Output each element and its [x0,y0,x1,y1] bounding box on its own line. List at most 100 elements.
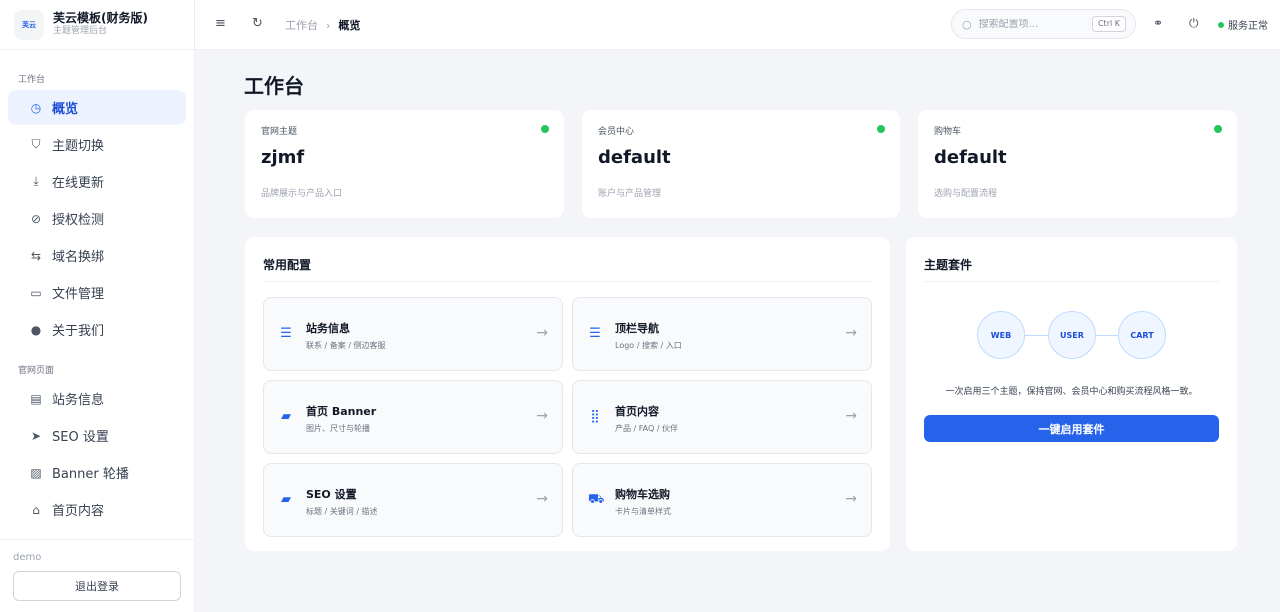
sidebar-item-license-check[interactable]: ⊘ 授权检测 [8,201,186,236]
config-item-home-banner[interactable]: ▰ 首页 Banner 图片、尺寸与轮播 → [263,380,563,454]
connector-line [1025,335,1048,336]
suite-node-web: WEB [977,311,1025,359]
config-desc: Logo / 搜索 / 入口 [615,341,682,350]
sidebar-item-label: Banner 轮播 [52,467,129,482]
arrow-right-icon: → [536,408,548,424]
sidebar-item-file-management[interactable]: ▭ 文件管理 [8,275,186,310]
stat-card-member-center[interactable]: 会员中心 default 账户与产品管理 [582,110,900,218]
topbar: ≡ ↻ 工作台 › 概览 ○ Ctrl K ⚭ ⏻ 服务正常 [195,0,1280,50]
panel-title: 常用配置 [263,258,312,272]
config-desc: 产品 / FAQ / 伙伴 [615,424,679,433]
sidebar-item-label: 站务信息 [52,393,105,408]
cart-icon: ⛟ [588,492,605,507]
sidebar-item-online-update[interactable]: ⤓ 在线更新 [8,164,186,199]
sidebar-item-domain-rebind[interactable]: ⇆ 域名换绑 [8,238,186,273]
config-desc: 卡片与清单样式 [615,507,671,516]
sidebar-item-banner[interactable]: ▨ Banner 轮播 [8,455,186,490]
link-icon[interactable]: ⚭ [1153,16,1163,30]
sidebar-item-label: 域名换绑 [52,250,105,265]
config-title: 购物车选购 [615,488,670,501]
search-box[interactable]: ○ Ctrl K [951,9,1136,39]
stat-value: default [598,147,671,168]
list-icon: ☰ [589,326,601,341]
search-input[interactable] [978,18,1079,30]
arrow-right-icon: → [845,325,857,341]
check-circle-icon: ⊘ [30,211,42,226]
theme-suite-panel: 主题套件 WEB USER CART 一次启用三个主题，保持官网、会员中心和购买… [906,237,1237,551]
info-icon: ● [30,322,42,337]
sidebar-item-overview[interactable]: ◷ 概览 [8,90,186,125]
status-text: 服务正常 [1228,21,1268,32]
config-desc: 标题 / 关键词 / 描述 [306,507,378,516]
image-icon: ▰ [281,409,291,424]
brand: 芙云 芙云模板(财务版) 主题管理后台 [0,0,194,50]
sidebar: 芙云 芙云模板(财务版) 主题管理后台 工作台 ◷ 概览 ⛉ 主题切换 ⤓ 在线… [0,0,195,612]
breadcrumb-workbench[interactable]: 工作台 [285,17,318,33]
swap-icon: ⇆ [30,248,42,263]
config-title: 站务信息 [306,322,350,335]
sidebar-item-site-info[interactable]: ▤ 站务信息 [8,381,186,416]
brand-subtitle: 主题管理后台 [53,26,108,37]
stat-value: default [934,147,1007,168]
stat-label: 购物车 [934,127,962,137]
stat-card-website-theme[interactable]: 官网主题 zjmf 品牌展示与产品入口 [245,110,564,218]
common-config-panel: 常用配置 ☰ 站务信息 联系 / 备案 / 侧边客服 → ☰ 顶栏导航 Logo… [245,237,890,551]
divider [924,281,1219,282]
arrow-right-icon: → [536,491,548,507]
suite-node-user: USER [1048,311,1096,359]
config-title: 首页 Banner [306,405,377,418]
building-icon: ▤ [30,391,42,406]
home-icon: ⌂ [32,502,40,517]
status-dot [877,125,885,133]
sidebar-item-label: 关于我们 [52,324,105,339]
breadcrumb-current: 概览 [338,19,361,32]
sidebar-item-label: 授权检测 [52,213,105,228]
suite-node-cart: CART [1118,311,1166,359]
arrow-right-icon: → [536,325,548,341]
power-icon[interactable]: ⏻ [1189,16,1199,31]
config-desc: 联系 / 备案 / 侧边客服 [306,341,386,350]
config-desc: 图片、尺寸与轮播 [306,424,370,433]
refresh-icon[interactable]: ↻ [252,16,263,31]
config-title: 首页内容 [615,405,659,418]
config-title: 顶栏导航 [615,322,659,335]
arrow-right-icon: → [845,408,857,424]
nav-section-website: 官网页面 [18,366,55,376]
sidebar-item-label: 主题切换 [52,139,105,154]
arrow-right-icon: → [845,491,857,507]
sidebar-item-seo[interactable]: ➤ SEO 设置 [8,418,186,453]
config-item-home-content[interactable]: ⣿ 首页内容 产品 / FAQ / 伙伴 → [572,380,872,454]
stat-desc: 账户与产品管理 [598,189,662,199]
sidebar-item-theme-switch[interactable]: ⛉ 主题切换 [8,127,186,162]
enable-suite-button[interactable]: 一键启用套件 [924,415,1219,442]
sidebar-item-about[interactable]: ● 关于我们 [8,312,186,347]
config-item-seo[interactable]: ▰ SEO 设置 标题 / 关键词 / 描述 → [263,463,563,537]
grid-icon: ⣿ [590,409,600,424]
sidebar-item-label: 在线更新 [52,176,105,191]
config-item-top-nav[interactable]: ☰ 顶栏导航 Logo / 搜索 / 入口 → [572,297,872,371]
stat-card-cart[interactable]: 购物车 default 选购与配置流程 [918,110,1237,218]
stat-value: zjmf [261,147,305,168]
sidebar-item-home-content[interactable]: ⌂ 首页内容 [8,492,186,527]
divider [263,281,872,282]
brand-logo: 芙云 [14,9,44,40]
menu-icon[interactable]: ≡ [215,16,226,31]
stat-label: 会员中心 [598,127,635,137]
stat-label: 官网主题 [261,127,298,137]
logout-button[interactable]: 退出登录 [13,571,181,601]
list-icon: ☰ [280,326,292,341]
sidebar-item-label: 文件管理 [52,287,105,302]
service-status: 服务正常 [1218,17,1268,32]
nav-section-workbench: 工作台 [18,75,46,85]
stat-desc: 选购与配置流程 [934,189,998,199]
shortcut-badge: Ctrl K [1091,16,1126,32]
send-icon: ➤ [30,428,42,443]
config-item-site-info[interactable]: ☰ 站务信息 联系 / 备案 / 侧边客服 → [263,297,563,371]
config-item-cart[interactable]: ⛟ 购物车选购 卡片与清单样式 → [572,463,872,537]
folder-icon: ▭ [30,285,42,300]
status-dot [541,125,549,133]
download-icon: ⤓ [33,174,39,188]
image-icon: ▰ [281,492,291,507]
page-title: 工作台 [244,74,304,98]
sidebar-item-label: 概览 [52,102,79,117]
